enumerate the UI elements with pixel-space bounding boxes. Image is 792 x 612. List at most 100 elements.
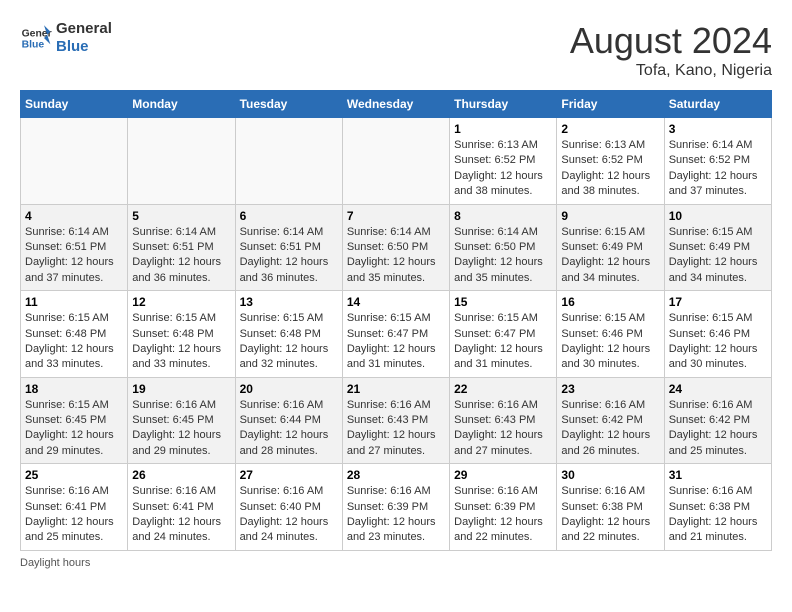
day-number: 17 [669, 295, 767, 309]
day-info: Sunrise: 6:16 AM Sunset: 6:38 PM Dayligh… [669, 484, 767, 546]
weekday-header-saturday: Saturday [664, 91, 771, 118]
weekday-header-row: SundayMondayTuesdayWednesdayThursdayFrid… [21, 91, 772, 118]
calendar-cell: 14 Sunrise: 6:15 AM Sunset: 6:47 PM Dayli… [342, 291, 449, 378]
calendar-cell: 31 Sunrise: 6:16 AM Sunset: 6:38 PM Dayli… [664, 464, 771, 551]
day-number: 8 [454, 209, 552, 223]
day-info: Sunrise: 6:15 AM Sunset: 6:48 PM Dayligh… [25, 311, 123, 373]
day-info: Sunrise: 6:15 AM Sunset: 6:47 PM Dayligh… [347, 311, 445, 373]
day-info: Sunrise: 6:16 AM Sunset: 6:41 PM Dayligh… [132, 484, 230, 546]
day-info: Sunrise: 6:15 AM Sunset: 6:47 PM Dayligh… [454, 311, 552, 373]
day-number: 25 [25, 468, 123, 482]
day-info: Sunrise: 6:16 AM Sunset: 6:42 PM Dayligh… [669, 398, 767, 460]
day-info: Sunrise: 6:16 AM Sunset: 6:39 PM Dayligh… [454, 484, 552, 546]
weekday-header-tuesday: Tuesday [235, 91, 342, 118]
calendar-cell: 18 Sunrise: 6:15 AM Sunset: 6:45 PM Dayli… [21, 377, 128, 464]
day-number: 5 [132, 209, 230, 223]
calendar-cell: 9 Sunrise: 6:15 AM Sunset: 6:49 PM Daylig… [557, 204, 664, 291]
calendar-week-row: 4 Sunrise: 6:14 AM Sunset: 6:51 PM Daylig… [21, 204, 772, 291]
day-number: 16 [561, 295, 659, 309]
calendar-cell [128, 118, 235, 205]
calendar-cell: 17 Sunrise: 6:15 AM Sunset: 6:46 PM Dayli… [664, 291, 771, 378]
calendar-table: SundayMondayTuesdayWednesdayThursdayFrid… [20, 90, 772, 551]
day-info: Sunrise: 6:15 AM Sunset: 6:49 PM Dayligh… [561, 225, 659, 287]
calendar-cell: 3 Sunrise: 6:14 AM Sunset: 6:52 PM Daylig… [664, 118, 771, 205]
day-info: Sunrise: 6:16 AM Sunset: 6:41 PM Dayligh… [25, 484, 123, 546]
day-number: 3 [669, 122, 767, 136]
calendar-cell: 22Sunrise: 6:16 AM Sunset: 6:43 PM Dayli… [450, 377, 557, 464]
location: Tofa, Kano, Nigeria [570, 62, 772, 80]
day-info: Sunrise: 6:13 AM Sunset: 6:52 PM Dayligh… [454, 138, 552, 200]
day-number: 30 [561, 468, 659, 482]
day-number: 13 [240, 295, 338, 309]
day-number: 24 [669, 382, 767, 396]
day-info: Sunrise: 6:14 AM Sunset: 6:52 PM Dayligh… [669, 138, 767, 200]
calendar-cell: 29 Sunrise: 6:16 AM Sunset: 6:39 PM Dayli… [450, 464, 557, 551]
day-info: Sunrise: 6:13 AM Sunset: 6:52 PM Dayligh… [561, 138, 659, 200]
footer: Daylight hours [20, 557, 772, 569]
weekday-header-friday: Friday [557, 91, 664, 118]
calendar-cell: 16Sunrise: 6:15 AM Sunset: 6:46 PM Dayli… [557, 291, 664, 378]
day-number: 20 [240, 382, 338, 396]
day-number: 4 [25, 209, 123, 223]
day-info: Sunrise: 6:15 AM Sunset: 6:49 PM Dayligh… [669, 225, 767, 287]
weekday-header-monday: Monday [128, 91, 235, 118]
day-info: Sunrise: 6:14 AM Sunset: 6:51 PM Dayligh… [25, 225, 123, 287]
calendar-cell: 21Sunrise: 6:16 AM Sunset: 6:43 PM Dayli… [342, 377, 449, 464]
day-info: Sunrise: 6:16 AM Sunset: 6:44 PM Dayligh… [240, 398, 338, 460]
logo-text-general: General [56, 20, 112, 38]
calendar-week-row: 1 Sunrise: 6:13 AM Sunset: 6:52 PM Daylig… [21, 118, 772, 205]
calendar-cell: 10 Sunrise: 6:15 AM Sunset: 6:49 PM Dayli… [664, 204, 771, 291]
day-number: 23 [561, 382, 659, 396]
calendar-cell: 7Sunrise: 6:14 AM Sunset: 6:50 PM Daylig… [342, 204, 449, 291]
day-number: 26 [132, 468, 230, 482]
weekday-header-wednesday: Wednesday [342, 91, 449, 118]
calendar-cell [342, 118, 449, 205]
title-block: August 2024 Tofa, Kano, Nigeria [570, 20, 772, 80]
calendar-cell [235, 118, 342, 205]
day-info: Sunrise: 6:16 AM Sunset: 6:38 PM Dayligh… [561, 484, 659, 546]
calendar-cell: 23 Sunrise: 6:16 AM Sunset: 6:42 PM Dayli… [557, 377, 664, 464]
day-info: Sunrise: 6:15 AM Sunset: 6:48 PM Dayligh… [240, 311, 338, 373]
day-info: Sunrise: 6:16 AM Sunset: 6:40 PM Dayligh… [240, 484, 338, 546]
day-number: 15 [454, 295, 552, 309]
day-info: Sunrise: 6:14 AM Sunset: 6:50 PM Dayligh… [454, 225, 552, 287]
calendar-cell: 2 Sunrise: 6:13 AM Sunset: 6:52 PM Daylig… [557, 118, 664, 205]
day-number: 27 [240, 468, 338, 482]
calendar-cell: 4 Sunrise: 6:14 AM Sunset: 6:51 PM Daylig… [21, 204, 128, 291]
calendar-cell: 20 Sunrise: 6:16 AM Sunset: 6:44 PM Dayli… [235, 377, 342, 464]
day-info: Sunrise: 6:14 AM Sunset: 6:51 PM Dayligh… [132, 225, 230, 287]
calendar-cell: 1 Sunrise: 6:13 AM Sunset: 6:52 PM Daylig… [450, 118, 557, 205]
calendar-week-row: 11 Sunrise: 6:15 AM Sunset: 6:48 PM Dayli… [21, 291, 772, 378]
day-number: 12 [132, 295, 230, 309]
calendar-week-row: 25 Sunrise: 6:16 AM Sunset: 6:41 PM Dayli… [21, 464, 772, 551]
day-info: Sunrise: 6:16 AM Sunset: 6:42 PM Dayligh… [561, 398, 659, 460]
day-number: 19 [132, 382, 230, 396]
daylight-label: Daylight hours [20, 557, 90, 569]
day-info: Sunrise: 6:15 AM Sunset: 6:46 PM Dayligh… [669, 311, 767, 373]
day-number: 11 [25, 295, 123, 309]
day-info: Sunrise: 6:15 AM Sunset: 6:48 PM Dayligh… [132, 311, 230, 373]
day-info: Sunrise: 6:16 AM Sunset: 6:45 PM Dayligh… [132, 398, 230, 460]
logo: General Blue General Blue [20, 20, 112, 56]
day-number: 14 [347, 295, 445, 309]
calendar-cell: 11 Sunrise: 6:15 AM Sunset: 6:48 PM Dayli… [21, 291, 128, 378]
day-info: Sunrise: 6:15 AM Sunset: 6:45 PM Dayligh… [25, 398, 123, 460]
day-number: 29 [454, 468, 552, 482]
calendar-cell: 15 Sunrise: 6:15 AM Sunset: 6:47 PM Dayli… [450, 291, 557, 378]
page-header: General Blue General Blue August 2024 To… [20, 20, 772, 80]
calendar-cell: 27 Sunrise: 6:16 AM Sunset: 6:40 PM Dayli… [235, 464, 342, 551]
logo-text-blue: Blue [56, 38, 112, 56]
calendar-cell: 5 Sunrise: 6:14 AM Sunset: 6:51 PM Daylig… [128, 204, 235, 291]
day-info: Sunrise: 6:16 AM Sunset: 6:43 PM Dayligh… [454, 398, 552, 460]
day-number: 9 [561, 209, 659, 223]
weekday-header-thursday: Thursday [450, 91, 557, 118]
day-number: 18 [25, 382, 123, 396]
day-info: Sunrise: 6:14 AM Sunset: 6:50 PM Dayligh… [347, 225, 445, 287]
calendar-week-row: 18 Sunrise: 6:15 AM Sunset: 6:45 PM Dayli… [21, 377, 772, 464]
day-number: 31 [669, 468, 767, 482]
day-number: 1 [454, 122, 552, 136]
day-number: 10 [669, 209, 767, 223]
day-number: 6 [240, 209, 338, 223]
calendar-cell: 6Sunrise: 6:14 AM Sunset: 6:51 PM Daylig… [235, 204, 342, 291]
day-number: 2 [561, 122, 659, 136]
